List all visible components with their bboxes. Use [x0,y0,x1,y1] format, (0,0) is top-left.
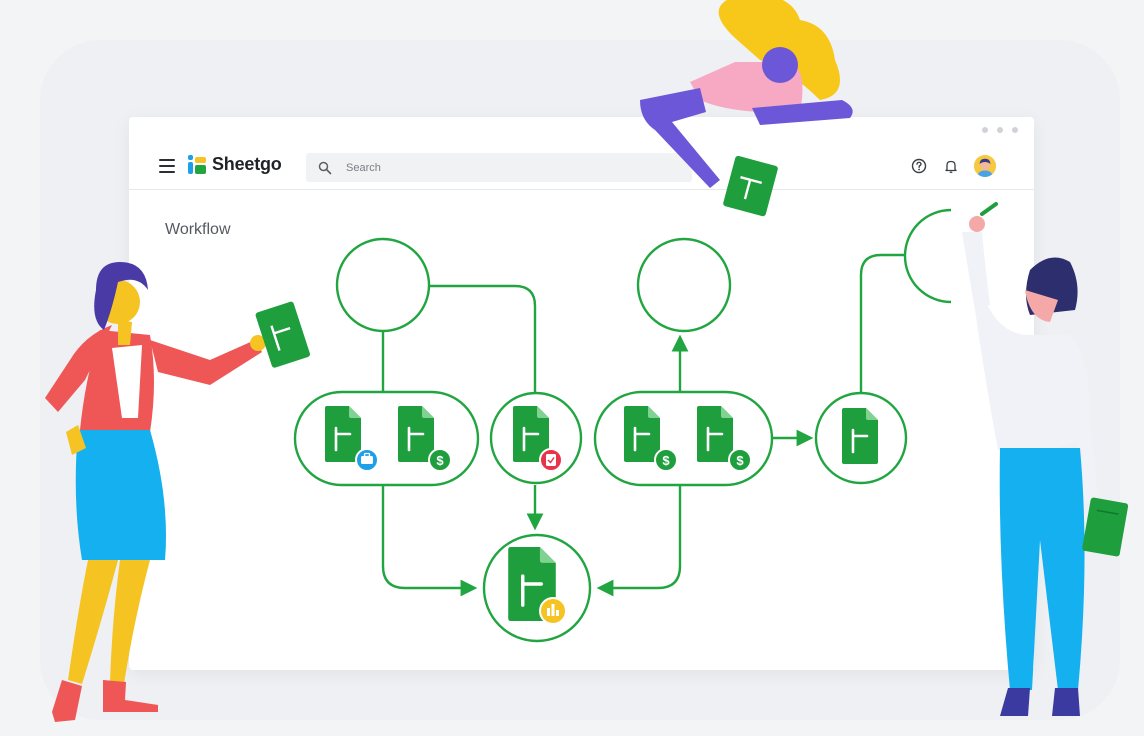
man-drawing-illustration [962,202,1129,716]
sheet-file-icon [398,406,434,462]
svg-text:$: $ [736,453,744,468]
svg-text:$: $ [436,453,444,468]
file-group-3[interactable]: $ $ [593,390,774,487]
dollar-badge-icon: $ [654,448,678,472]
svg-text:$: $ [662,453,670,468]
empty-nodes [335,208,952,333]
woman-presenter-illustration [45,262,310,722]
sheet-file-icon [697,406,733,462]
file-group-1[interactable]: $ [293,390,480,487]
workflow-illustration: $ $ $ [45,0,1129,722]
dollar-badge-icon: $ [728,448,752,472]
clipboard-badge-icon [539,448,563,472]
briefcase-badge-icon [355,448,379,472]
file-group-2[interactable] [489,391,583,485]
sheet-file-icon [624,406,660,462]
workflow-node-empty[interactable] [335,237,431,333]
workflow-node-empty[interactable] [903,208,952,304]
file-group-4[interactable] [814,391,908,485]
dollar-badge-icon: $ [428,448,452,472]
woman-leaning-illustration [640,0,853,217]
sheet-file-icon [842,408,878,464]
chart-badge-icon [539,597,567,625]
sheet-file-icon [325,406,361,462]
workflow-node-empty[interactable] [636,237,732,333]
file-group-5[interactable] [482,533,592,643]
